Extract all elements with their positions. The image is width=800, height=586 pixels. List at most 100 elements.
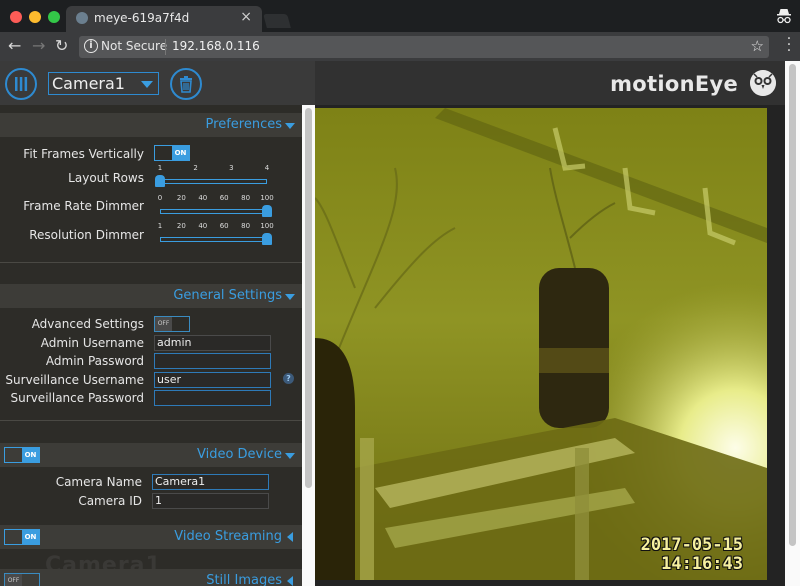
new-tab-button[interactable] xyxy=(263,14,291,28)
slider-ticks: 1 20 40 60 80 100 xyxy=(157,222,274,232)
settings-scrollbar[interactable] xyxy=(302,105,315,586)
settings-panel: Preferences Fit Frames Vertically ON Lay… xyxy=(0,105,302,586)
camera-select-value: Camera1 xyxy=(52,74,125,93)
browser-tab[interactable]: meye-619a7f4d × xyxy=(66,6,262,32)
slider-track[interactable] xyxy=(160,237,267,242)
section-title-general[interactable]: General Settings xyxy=(173,288,282,303)
forward-arrow-icon[interactable]: → xyxy=(32,37,45,55)
surveillance-username-input[interactable]: user xyxy=(154,372,271,388)
slider-tick-label: 4 xyxy=(264,164,270,172)
slider-handle[interactable] xyxy=(262,205,272,217)
admin-username-input[interactable]: admin xyxy=(154,335,271,351)
section-header-general[interactable]: General Settings xyxy=(0,284,302,308)
expand-left-icon xyxy=(287,576,293,586)
section-title-video-streaming[interactable]: Video Streaming xyxy=(174,529,282,544)
video-streaming-toggle[interactable]: ON xyxy=(4,529,40,545)
label-surveillance-username: Surveillance Username xyxy=(5,373,144,387)
chevron-down-icon xyxy=(141,81,153,88)
frame-rate-dimmer-slider[interactable]: 0 20 40 60 80 100 xyxy=(157,194,274,220)
still-images-toggle[interactable]: OFF xyxy=(4,573,40,586)
section-title-still-images[interactable]: Still Images xyxy=(206,573,282,586)
slider-tick-label: 3 xyxy=(229,164,234,172)
video-device-toggle[interactable]: ON xyxy=(4,447,40,463)
layout-rows-slider[interactable]: 1 2 3 4 xyxy=(155,164,272,190)
camera-name-input[interactable]: Camera1 xyxy=(152,474,269,490)
slider-tick-label: 80 xyxy=(241,222,251,230)
toggle-state: ON xyxy=(172,146,189,160)
toggle-state: ON xyxy=(22,530,39,544)
camera-frame[interactable]: 2017-05-15 14:16:43 xyxy=(315,108,767,580)
slider-tick-label: 20 xyxy=(176,222,186,230)
remove-camera-button[interactable] xyxy=(170,68,202,100)
scrollbar-thumb[interactable] xyxy=(305,108,312,488)
window-close-button[interactable] xyxy=(10,11,22,23)
slider-handle[interactable] xyxy=(262,233,272,245)
section-title-preferences[interactable]: Preferences xyxy=(206,117,282,132)
label-surveillance-password: Surveillance Password xyxy=(10,391,144,405)
menu-bars-icon xyxy=(15,77,28,91)
slider-handle[interactable] xyxy=(155,175,165,187)
section-header-still-images[interactable]: OFF Still Images xyxy=(0,569,302,586)
window-minimize-button[interactable] xyxy=(29,11,41,23)
tab-close-icon[interactable]: × xyxy=(240,9,252,25)
url-text[interactable]: 192.168.0.116 xyxy=(172,39,260,53)
expand-left-icon xyxy=(287,532,293,542)
slider-tick-label: 2 xyxy=(193,164,198,172)
back-arrow-icon[interactable]: ← xyxy=(8,37,21,55)
slider-track[interactable] xyxy=(160,179,267,184)
label-admin-password: Admin Password xyxy=(45,354,144,368)
camera-image xyxy=(315,108,767,580)
security-label[interactable]: Not Secure xyxy=(101,39,167,53)
section-title-video-device[interactable]: Video Device xyxy=(197,447,282,462)
owl-logo-icon xyxy=(750,70,776,96)
slider-tick-label: 80 xyxy=(241,194,251,202)
slider-ticks: 1 2 3 4 xyxy=(157,164,272,174)
page-scrollbar[interactable] xyxy=(785,61,800,586)
browser-menu-icon[interactable]: · · · xyxy=(786,32,792,58)
fit-frames-toggle[interactable]: ON xyxy=(154,145,190,161)
toggle-state: OFF xyxy=(5,574,22,586)
camera-timestamp: 2017-05-15 14:16:43 xyxy=(641,536,743,574)
label-frame-rate-dimmer: Frame Rate Dimmer xyxy=(23,199,144,213)
slider-tick-label: 40 xyxy=(198,194,208,202)
expand-down-icon xyxy=(285,294,295,300)
surveillance-password-input[interactable] xyxy=(154,390,271,406)
section-divider xyxy=(0,420,302,421)
reload-icon[interactable]: ↻ xyxy=(55,37,68,55)
label-advanced-settings: Advanced Settings xyxy=(31,317,144,331)
slider-track[interactable] xyxy=(160,209,267,214)
scrollbar-thumb[interactable] xyxy=(789,64,796,546)
camera-select[interactable]: Camera1 xyxy=(48,72,159,95)
tab-title: meye-619a7f4d xyxy=(94,11,190,25)
resolution-dimmer-slider[interactable]: 1 20 40 60 80 100 xyxy=(157,222,274,248)
settings-toggle-button[interactable] xyxy=(5,68,37,100)
settings-header: Camera1 xyxy=(0,61,315,105)
slider-tick-label: 1 xyxy=(157,222,163,230)
section-header-video-device[interactable]: ON Video Device xyxy=(0,443,302,467)
window-maximize-button[interactable] xyxy=(48,11,60,23)
slider-tick-label: 1 xyxy=(157,164,163,172)
info-icon[interactable]: i xyxy=(84,39,98,53)
admin-password-input[interactable] xyxy=(154,353,271,369)
section-divider xyxy=(0,262,302,263)
slider-tick-label: 20 xyxy=(176,194,186,202)
camera-time: 14:16:43 xyxy=(661,554,743,574)
camera-date: 2017-05-15 xyxy=(640,535,743,555)
slider-tick-label: 100 xyxy=(260,194,274,202)
advanced-settings-toggle[interactable]: OFF xyxy=(154,316,190,332)
help-icon[interactable]: ? xyxy=(283,373,294,384)
slider-tick-label: 0 xyxy=(157,194,163,202)
address-bar[interactable]: i Not Secure 192.168.0.116 ☆ xyxy=(79,36,769,58)
label-resolution-dimmer: Resolution Dimmer xyxy=(29,228,144,242)
app-logo-text: motionEye xyxy=(610,72,738,96)
motioneye-page: Camera1 motionEye Preferences Fit Frames… xyxy=(0,61,800,586)
label-fit-frames: Fit Frames Vertically xyxy=(23,147,144,161)
omnibox-divider xyxy=(165,39,166,55)
label-layout-rows: Layout Rows xyxy=(68,171,144,185)
section-header-preferences[interactable]: Preferences xyxy=(0,113,302,137)
section-header-video-streaming[interactable]: ON Video Streaming xyxy=(0,525,302,549)
bookmark-star-icon[interactable]: ☆ xyxy=(751,37,764,55)
camera-id-input[interactable]: 1 xyxy=(152,493,269,509)
slider-tick-label: 60 xyxy=(219,194,229,202)
toggle-knob xyxy=(155,146,172,160)
